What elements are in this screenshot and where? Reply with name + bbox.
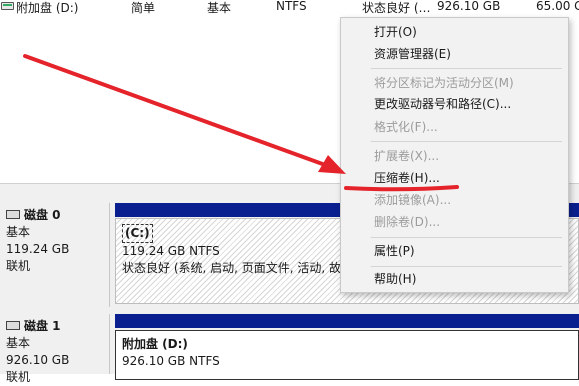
menu-item-extend-volume: 扩展卷(X)... xyxy=(374,149,440,163)
menu-item-shrink-volume[interactable]: 压缩卷(H)... xyxy=(374,168,440,188)
disk-state: 联机 xyxy=(6,370,31,384)
menu-separator xyxy=(371,141,562,142)
menu-item-help[interactable]: 帮助(H) xyxy=(374,269,416,289)
menu-item-open[interactable]: 打开(O) xyxy=(374,22,417,42)
volume-title: 附加盘 (D:) xyxy=(122,337,188,351)
volume-list-row[interactable]: 附加盘 (D:) 简单 基本 NTFS 状态良好 (… 926.10 GB 65… xyxy=(0,0,579,15)
volume-bar-d xyxy=(115,314,579,328)
volume-layout: 简单 xyxy=(131,1,156,15)
disk-state: 联机 xyxy=(6,259,31,273)
menu-item-format: 格式化(F)... xyxy=(374,120,438,134)
volume-size-fs: 926.10 GB NTFS xyxy=(122,354,220,368)
menu-item-mark-active: 将分区标记为活动分区(M) xyxy=(374,76,514,90)
disk-1-label[interactable]: 磁盘 1 基本 926.10 GB 联机 xyxy=(0,314,110,384)
annotation-arrow xyxy=(23,54,346,174)
volume-filesystem: NTFS xyxy=(276,0,307,13)
drive-icon xyxy=(1,2,14,10)
menu-separator xyxy=(371,237,562,238)
menu-item-explorer[interactable]: 资源管理器(E) xyxy=(374,44,451,64)
disk-type: 基本 xyxy=(6,336,31,350)
disk-type: 基本 xyxy=(6,225,31,239)
disk-0-label[interactable]: 磁盘 0 基本 119.24 GB 联机 xyxy=(0,203,110,307)
volume-free-space: 65.00 G xyxy=(536,0,579,13)
volume-title: (C:) xyxy=(122,224,153,243)
disk-name: 磁盘 1 xyxy=(24,319,61,333)
context-menu: 打开(O) 资源管理器(E) 将分区标记为活动分区(M) 更改驱动器号和路径(C… xyxy=(340,17,569,293)
volume-name: 附加盘 (D:) xyxy=(16,1,79,15)
menu-item-delete-volume: 删除卷(D)... xyxy=(374,215,441,229)
menu-item-add-mirror: 添加镜像(A)... xyxy=(374,193,452,207)
disk-icon xyxy=(6,210,20,219)
volume-d-partition[interactable]: 附加盘 (D:) 926.10 GB NTFS xyxy=(115,330,579,380)
menu-separator xyxy=(371,266,562,267)
volume-capacity: 926.10 GB xyxy=(437,0,501,13)
disk-icon xyxy=(6,321,20,330)
menu-separator xyxy=(371,68,562,69)
menu-item-change-drive-letter[interactable]: 更改驱动器号和路径(C)... xyxy=(374,94,511,114)
disk-size: 119.24 GB xyxy=(6,242,70,256)
disk-name: 磁盘 0 xyxy=(24,208,61,222)
disk-size: 926.10 GB xyxy=(6,353,70,367)
volume-type: 基本 xyxy=(207,1,232,15)
menu-item-properties[interactable]: 属性(P) xyxy=(374,241,415,261)
volume-status: 状态良好 (… xyxy=(362,1,431,15)
